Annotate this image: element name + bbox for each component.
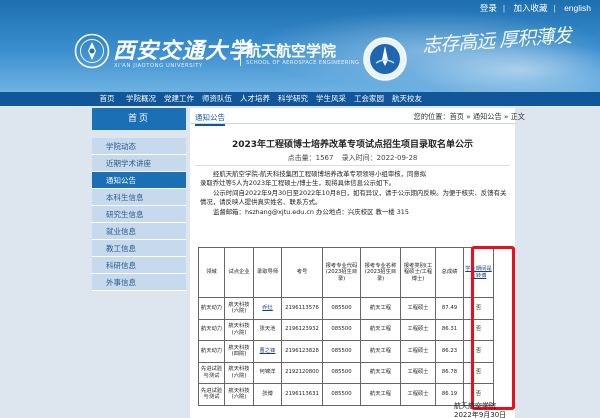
- body-line: 录取乔灶等5人为2023年工程硕士/博士生，现将具体信息公示如下。: [200, 179, 396, 188]
- header-banner: 登录 | 加入收藏 | english 西安交通大学 XI'AN JIAOTONG …: [0, 0, 600, 92]
- sidebar-item-lectures[interactable]: 近期学术讲座: [92, 155, 186, 172]
- body-line: 公示时间自2022年9月30日至2022年10月8日，如有异议，请于公示期内反映…: [213, 188, 507, 197]
- th-field: 领域: [198, 247, 225, 298]
- sidebar-item-notices[interactable]: 通知公告: [92, 172, 186, 189]
- meta-divider: [195, 165, 510, 166]
- table-row: 先进试验与测试 航天科技(六院) 何锦洋 2192120800 085500 航…: [198, 361, 494, 384]
- sidebar-item-research[interactable]: 科研信息: [92, 257, 186, 274]
- nav-students[interactable]: 学生风采: [312, 92, 350, 106]
- breadcrumb-bar: 通知公告 您的位置：首页 » 通知公告 » 正文: [190, 108, 525, 126]
- article-title: 2023年工程硕博士培养改革专项试点招生项目录取名单公示: [231, 140, 474, 150]
- nav-union[interactable]: 工会家园: [350, 92, 388, 106]
- signature-date: 2022年9月30日: [454, 411, 507, 418]
- school-name[interactable]: 航天航空学院: [246, 40, 336, 61]
- nav-about[interactable]: 学院概况: [122, 92, 160, 106]
- th-supervisor: 录取导师: [253, 247, 282, 298]
- school-emblem-icon: [363, 37, 407, 81]
- login-link[interactable]: 登录: [480, 3, 497, 13]
- sidebar-item-employment[interactable]: 就业信息: [92, 223, 186, 240]
- sidebar-title[interactable]: 首页: [92, 108, 186, 130]
- supervision-email: 监督邮箱：hszhang@xjtu.edu.cn 办公地点：兴庆校区 教一楼 3…: [213, 207, 409, 216]
- university-name[interactable]: 西安交通大学: [113, 33, 251, 65]
- th-major-name: 报考专业名称(2023招生目录): [360, 247, 401, 298]
- body-line: 情况，请反映人提供真实姓名、联系方式。: [200, 198, 322, 207]
- th-company: 试点企业: [224, 247, 254, 298]
- nav-party[interactable]: 党建工作: [160, 92, 198, 106]
- school-name-en: SCHOOL OF AEROSPACE ENGINEERING: [246, 60, 360, 66]
- view-count: 点击量：1567: [287, 154, 334, 162]
- sidebar-item-news[interactable]: 学院动态: [92, 138, 186, 155]
- highlight-box: [471, 246, 515, 410]
- sidebar-item-undergrad[interactable]: 本科生信息: [92, 189, 186, 206]
- favorite-link[interactable]: 加入收藏: [513, 3, 547, 13]
- article-meta: 点击量：1567 录入时间：2022-09-28: [190, 153, 515, 163]
- th-major-code: 报考专业代码(2023招生目录): [322, 247, 361, 298]
- university-name-en: XI'AN JIAOTONG UNIVERSITY: [114, 63, 203, 69]
- table-row: 先进试验与测试 航天科技(六院) 张博 2196113631 085500 航天…: [198, 383, 494, 406]
- nav-home[interactable]: 首页: [92, 92, 122, 106]
- nav-alumni[interactable]: 航天校友: [388, 92, 426, 106]
- page: 登录 | 加入收藏 | english 西安交通大学 XI'AN JIAOTONG …: [0, 0, 600, 418]
- breadcrumb[interactable]: 您的位置：首页 » 通知公告 » 正文: [414, 112, 525, 122]
- sidebar-item-staff[interactable]: 教工信息: [92, 240, 186, 257]
- th-category: 报考类别(工程硕士/工程博士): [400, 247, 436, 298]
- english-link[interactable]: english: [564, 3, 591, 13]
- breadcrumb-tab[interactable]: 通知公告: [195, 112, 225, 126]
- body-line: 经航天航空学院-航天科技集团工程硕博培养改革专项领导小组审核，同意拟: [213, 170, 427, 178]
- table-row: 航天动力 航天科技(六院) 张天池 2196123932 085500 航天工程…: [198, 318, 494, 341]
- university-emblem-icon[interactable]: [74, 33, 110, 69]
- table-row: 航天动力 航天科技(四院) 曹之锋 2196123828 085500 航天工程…: [198, 340, 494, 363]
- admission-table: 领域 试点企业 录取导师 考号 报考专业代码(2023招生目录) 报考专业名称(…: [198, 247, 494, 406]
- table-header-row: 领域 试点企业 录取导师 考号 报考专业代码(2023招生目录) 报考专业名称(…: [198, 247, 494, 298]
- sidebar: 首页 学院动态 近期学术讲座 通知公告 本科生信息 研究生信息 就业信息 教工信…: [92, 108, 186, 291]
- table-row: 航天动力 航天科技(六院) 乔灶 2196113576 085500 航天工程 …: [198, 297, 494, 320]
- content-panel: 通知公告 您的位置：首页 » 通知公告 » 正文 2023年工程硕博士培养改革专…: [190, 108, 525, 418]
- nav-faculty[interactable]: 师资队伍: [198, 92, 236, 106]
- sidebar-item-graduate[interactable]: 研究生信息: [92, 206, 186, 223]
- th-score: 总成绩: [435, 247, 464, 298]
- nav-education[interactable]: 人才培养: [236, 92, 274, 106]
- entry-date: 录入时间：2022-09-28: [341, 154, 418, 162]
- main-nav: 首页 学院概况 党建工作 师资队伍 人才培养 科学研究 学生风采 工会家园 航天…: [0, 92, 600, 106]
- top-links: 登录 | 加入收藏 | english: [479, 3, 591, 13]
- article-body: 经航天航空学院-航天科技集团工程硕博培养改革专项领导小组审核，同意拟 录取乔灶等…: [200, 170, 518, 217]
- nav-research[interactable]: 科学研究: [274, 92, 312, 106]
- th-exam-no: 考号: [281, 247, 323, 298]
- header-divider: [240, 40, 241, 66]
- sidebar-item-foreign[interactable]: 外事信息: [92, 274, 186, 291]
